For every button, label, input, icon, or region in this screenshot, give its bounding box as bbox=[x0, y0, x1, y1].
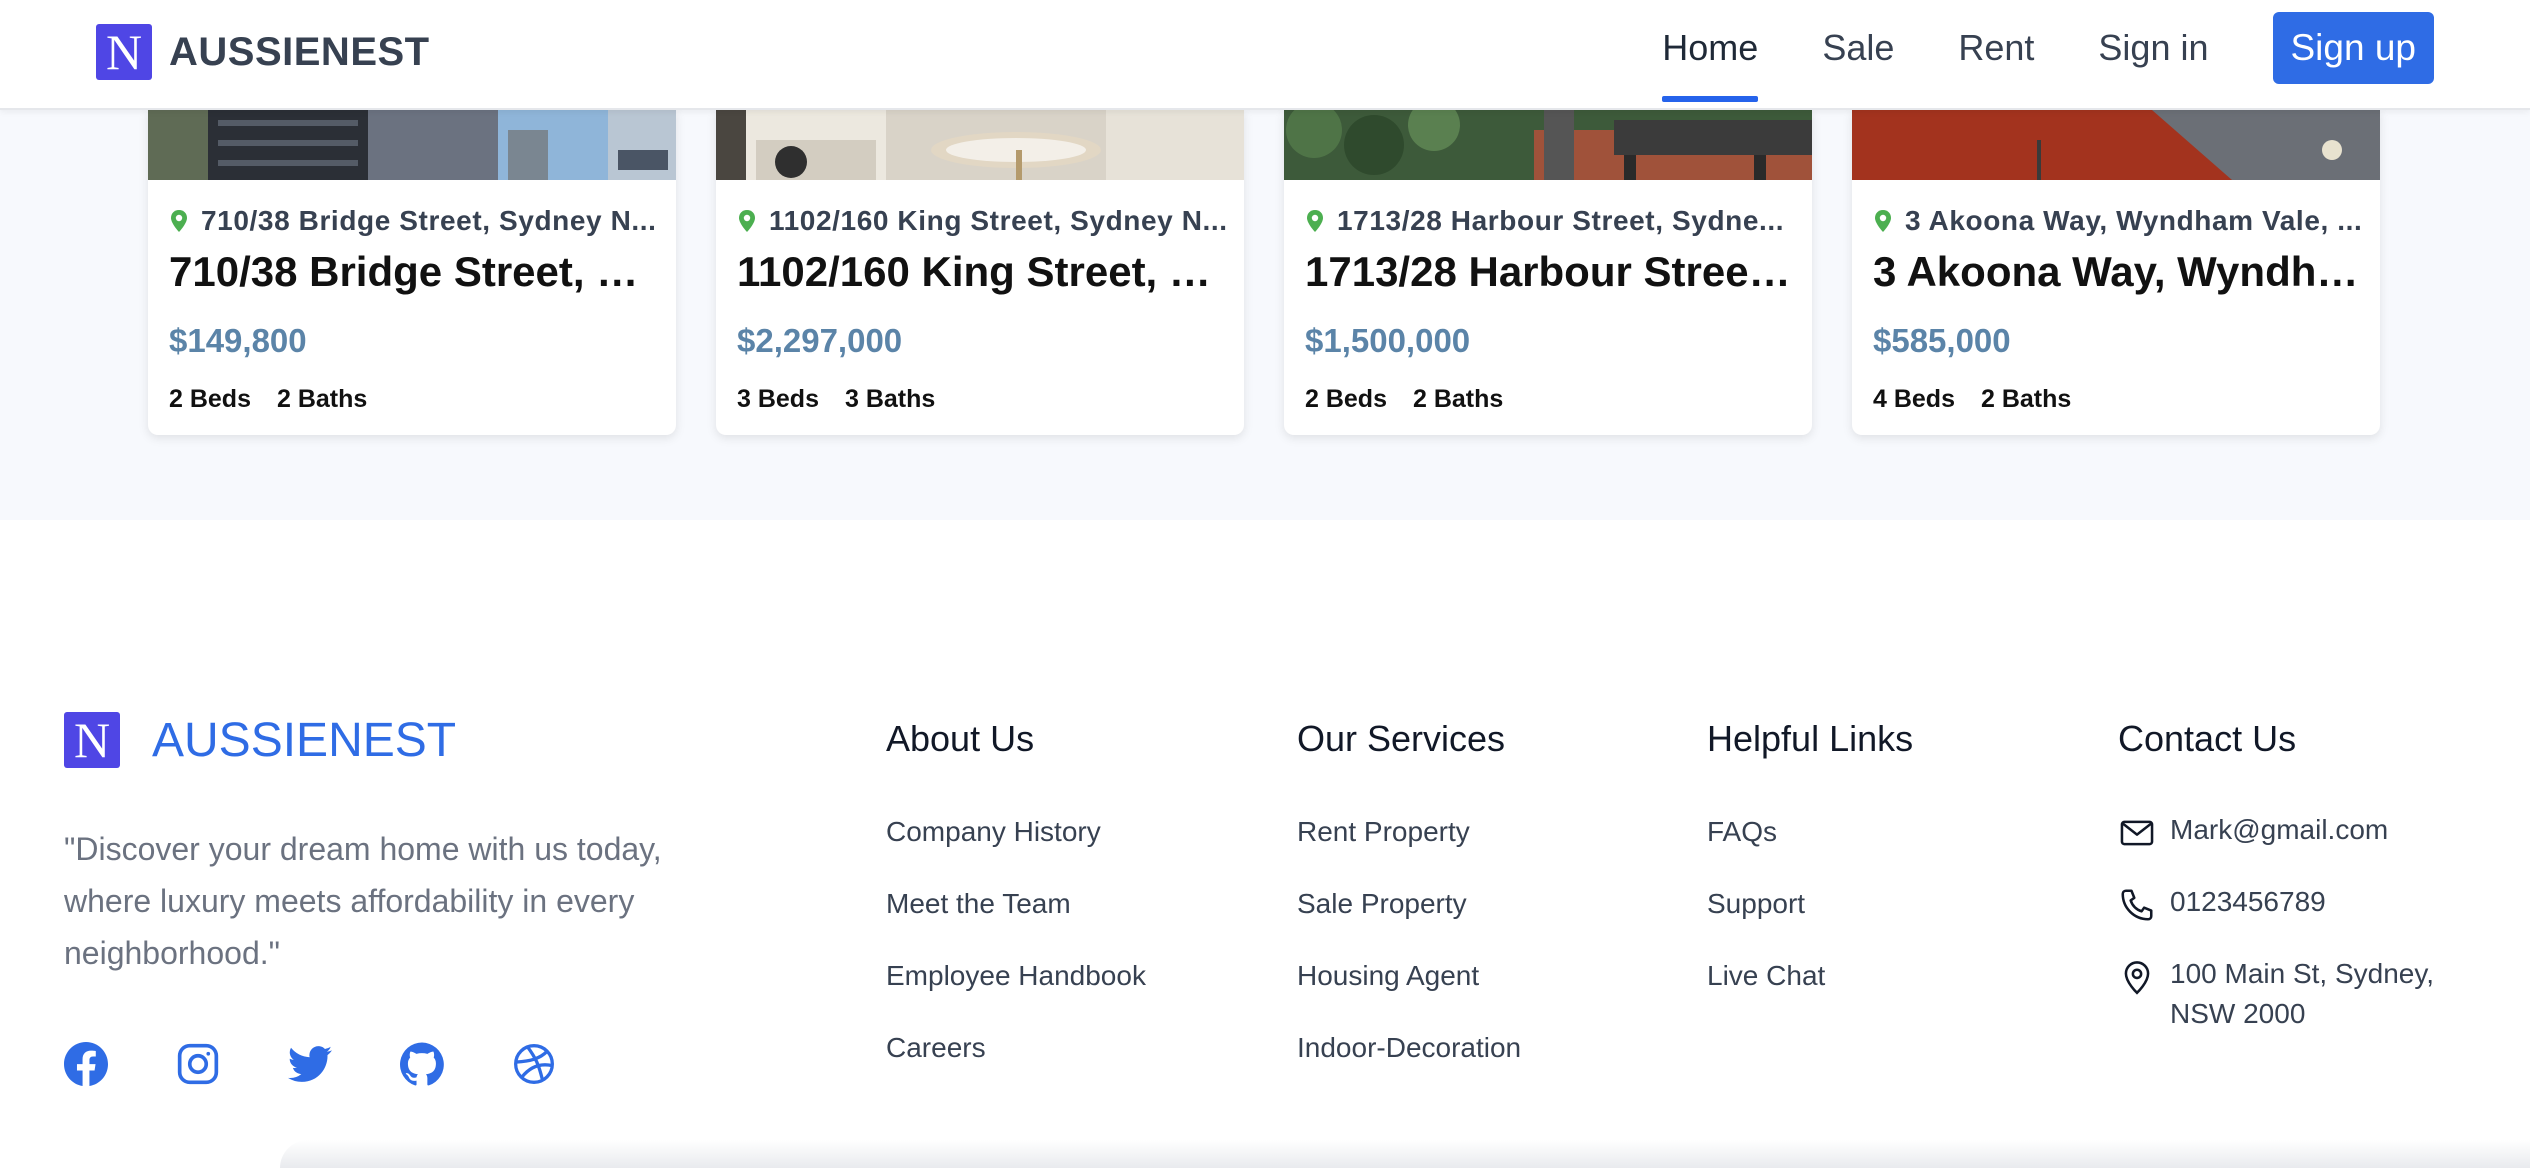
contact-email: Mark@gmail.com bbox=[2118, 814, 2470, 888]
property-baths: 2 Baths bbox=[276, 385, 368, 413]
footer-column-helpful: Helpful Links FAQs Support Live Chat bbox=[1707, 718, 1913, 1032]
property-image bbox=[1852, 110, 2380, 180]
facebook-icon[interactable] bbox=[64, 1042, 108, 1086]
property-beds: 4 Beds bbox=[1873, 385, 1955, 413]
contact-address: 100 Main St, Sydney, NSW 2000 bbox=[2118, 958, 2470, 1034]
dribbble-icon[interactable] bbox=[512, 1042, 556, 1086]
property-card[interactable]: 3 Akoona Way, Wyndham Vale, ... 3 Akoona… bbox=[1852, 110, 2380, 435]
nav-home[interactable]: Home bbox=[1662, 0, 1759, 108]
property-location: 710/38 Bridge Street, Sydney N... bbox=[169, 205, 669, 237]
footer-tagline: "Discover your dream home with us today,… bbox=[64, 831, 662, 971]
location-pin-icon bbox=[171, 210, 187, 232]
bottom-shadow bbox=[280, 1140, 2530, 1168]
footer-column-title: Contact Us bbox=[2118, 718, 2297, 759]
footer-brand[interactable]: N AUSSIENEST bbox=[64, 712, 456, 768]
property-specs: 4 Beds 2 Baths bbox=[1873, 385, 2071, 414]
footer-link[interactable]: Employee Handbook bbox=[886, 960, 1146, 1032]
contact-phone-text[interactable]: 0123456789 bbox=[2170, 882, 2326, 922]
footer-link[interactable]: Rent Property bbox=[1297, 816, 1521, 888]
brand-logo-icon: N bbox=[96, 24, 152, 80]
top-navbar: N AUSSIENEST Home Sale Rent Sign in Sign… bbox=[0, 0, 2530, 110]
property-card[interactable]: 710/38 Bridge Street, Sydney N... 710/38… bbox=[148, 110, 676, 435]
location-pin-icon bbox=[1875, 210, 1891, 232]
footer-link[interactable]: Sale Property bbox=[1297, 888, 1521, 960]
location-icon bbox=[2124, 961, 2150, 995]
property-title[interactable]: 710/38 Bridge Street, Sy... bbox=[169, 248, 659, 296]
footer-logo-icon: N bbox=[64, 712, 120, 768]
footer-logo-letter: N bbox=[73, 712, 111, 768]
footer-column-title: Helpful Links bbox=[1707, 718, 1914, 759]
footer-link[interactable]: FAQs bbox=[1707, 816, 1913, 888]
property-price: $2,297,000 bbox=[737, 322, 903, 359]
property-title[interactable]: 1102/160 King Street, Sy... bbox=[737, 248, 1227, 296]
property-address: 3 Akoona Way, Wyndham Vale, ... bbox=[1905, 205, 2363, 236]
property-image bbox=[148, 110, 676, 180]
footer-column-about: About Us Company History Meet the Team E… bbox=[886, 718, 1146, 1104]
brand-logo-link[interactable]: N AUSSIENEST bbox=[96, 24, 430, 80]
footer-brand-name: AUSSIENEST bbox=[152, 713, 457, 767]
footer-link[interactable]: Meet the Team bbox=[886, 888, 1146, 960]
brand-name: AUSSIENEST bbox=[169, 29, 430, 74]
brand-logo-letter: N bbox=[105, 24, 143, 80]
property-baths: 2 Baths bbox=[1980, 385, 2072, 413]
property-beds: 3 Beds bbox=[737, 385, 819, 413]
contact-address-text: 100 Main St, Sydney, NSW 2000 bbox=[2170, 958, 2435, 1029]
property-baths: 2 Baths bbox=[1412, 385, 1504, 413]
property-price: $585,000 bbox=[1873, 322, 2011, 359]
location-pin-icon bbox=[739, 210, 755, 232]
property-address: 710/38 Bridge Street, Sydney N... bbox=[201, 205, 657, 236]
contact-phone: 0123456789 bbox=[2118, 886, 2470, 960]
property-location: 1713/28 Harbour Street, Sydne... bbox=[1305, 205, 1805, 237]
footer-column-title: About Us bbox=[886, 718, 1035, 759]
footer-link[interactable]: Support bbox=[1707, 888, 1913, 960]
property-location: 1102/160 King Street, Sydney N... bbox=[737, 205, 1237, 237]
property-price: $149,800 bbox=[169, 322, 307, 359]
nav-links: Home Sale Rent Sign in Sign up bbox=[1662, 0, 2434, 108]
property-image bbox=[1284, 110, 1812, 180]
footer-link[interactable]: Live Chat bbox=[1707, 960, 1913, 1032]
property-specs: 2 Beds 2 Baths bbox=[1305, 385, 1503, 414]
footer-link[interactable]: Indoor-Decoration bbox=[1297, 1032, 1521, 1104]
footer-column-services: Our Services Rent Property Sale Property… bbox=[1297, 718, 1521, 1104]
github-icon[interactable] bbox=[400, 1042, 444, 1086]
footer-link[interactable]: Housing Agent bbox=[1297, 960, 1521, 1032]
property-beds: 2 Beds bbox=[169, 385, 251, 413]
nav-sale[interactable]: Sale bbox=[1822, 0, 1894, 108]
nav-rent[interactable]: Rent bbox=[1958, 0, 2034, 108]
listings-section: 710/38 Bridge Street, Sydney N... 710/38… bbox=[0, 110, 2530, 520]
sign-up-button[interactable]: Sign up bbox=[2272, 12, 2434, 84]
property-location: 3 Akoona Way, Wyndham Vale, ... bbox=[1873, 205, 2373, 237]
property-specs: 3 Beds 3 Baths bbox=[737, 385, 935, 414]
footer-column-title: Our Services bbox=[1297, 718, 1506, 759]
property-address: 1713/28 Harbour Street, Sydne... bbox=[1337, 205, 1785, 236]
twitter-icon[interactable] bbox=[288, 1042, 332, 1086]
footer-link[interactable]: Company History bbox=[886, 816, 1146, 888]
site-footer: N AUSSIENEST "Discover your dream home w… bbox=[0, 520, 2530, 1168]
social-links bbox=[64, 1042, 624, 1086]
property-price: $1,500,000 bbox=[1305, 322, 1471, 359]
property-card[interactable]: 1102/160 King Street, Sydney N... 1102/1… bbox=[716, 110, 1244, 435]
property-baths: 3 Baths bbox=[844, 385, 936, 413]
footer-column-contact: Contact Us Mark@gmail.com 0123456789 100… bbox=[2118, 718, 2470, 1034]
property-image bbox=[716, 110, 1244, 180]
property-specs: 2 Beds 2 Baths bbox=[169, 385, 367, 414]
property-card[interactable]: 1713/28 Harbour Street, Sydne... 1713/28… bbox=[1284, 110, 1812, 435]
property-title[interactable]: 1713/28 Harbour Street, ... bbox=[1305, 248, 1795, 296]
property-address: 1102/160 King Street, Sydney N... bbox=[769, 205, 1228, 236]
property-title[interactable]: 3 Akoona Way, Wyndha... bbox=[1873, 248, 2363, 296]
instagram-icon[interactable] bbox=[176, 1042, 220, 1086]
property-beds: 2 Beds bbox=[1305, 385, 1387, 413]
contact-email-text[interactable]: Mark@gmail.com bbox=[2170, 810, 2388, 850]
mail-icon bbox=[2120, 820, 2154, 846]
phone-icon bbox=[2121, 889, 2153, 921]
location-pin-icon bbox=[1307, 210, 1323, 232]
footer-link[interactable]: Careers bbox=[886, 1032, 1146, 1104]
nav-sign-in[interactable]: Sign in bbox=[2098, 0, 2208, 108]
